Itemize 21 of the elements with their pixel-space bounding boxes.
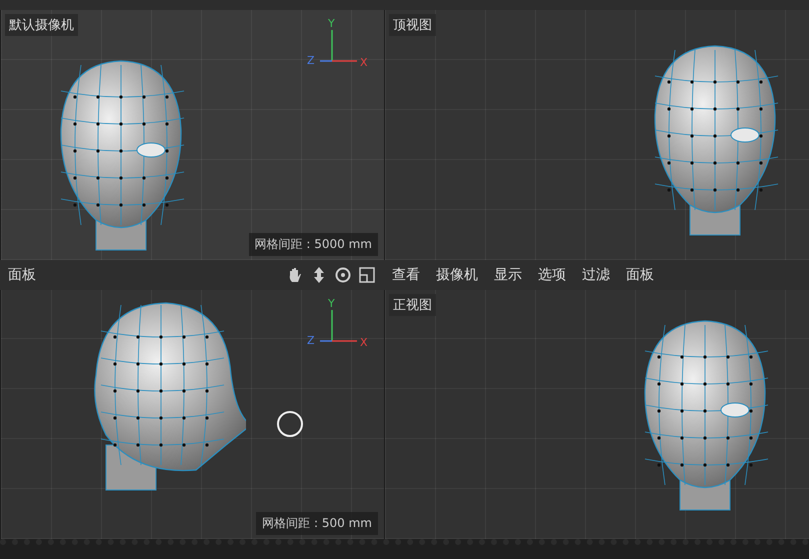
viewport-label: 顶视图 bbox=[389, 14, 436, 36]
menu-item[interactable]: 选项 bbox=[538, 266, 566, 284]
viewport-label: 默认摄像机 bbox=[5, 14, 78, 36]
grid-spacing-label: 网格间距 : 5000 mm bbox=[248, 233, 378, 256]
viewport-panel[interactable]: Y Z X 网格间距 : 500 mm bbox=[0, 290, 384, 539]
axis-gizmo-drawing: Y Z X bbox=[302, 296, 372, 351]
menu-item[interactable]: 摄像机 bbox=[436, 266, 478, 284]
viewport-panel[interactable]: 默认摄像机 Y Z X 网格间距 : 5000 mm bbox=[0, 10, 384, 260]
grid-spacing-label: 网格间距 : 500 mm bbox=[256, 512, 378, 535]
menu-item[interactable]: 面板 bbox=[8, 266, 36, 284]
menu-item[interactable]: 过滤 bbox=[582, 266, 610, 284]
rotate-icon[interactable] bbox=[334, 266, 352, 284]
menu-item[interactable]: 查看 bbox=[392, 266, 420, 284]
viewport-panel[interactable]: 顶视图 bbox=[384, 10, 809, 260]
cursor-circle-icon bbox=[276, 410, 304, 438]
maximize-icon[interactable] bbox=[358, 266, 376, 284]
menu-item[interactable]: 显示 bbox=[494, 266, 522, 284]
viewport-panel[interactable]: 正视图 bbox=[384, 290, 809, 539]
axis-gizmo-drawing: Y Z X bbox=[302, 16, 372, 71]
viewport-label: 正视图 bbox=[389, 294, 436, 316]
menu-item[interactable]: 面板 bbox=[626, 266, 654, 284]
